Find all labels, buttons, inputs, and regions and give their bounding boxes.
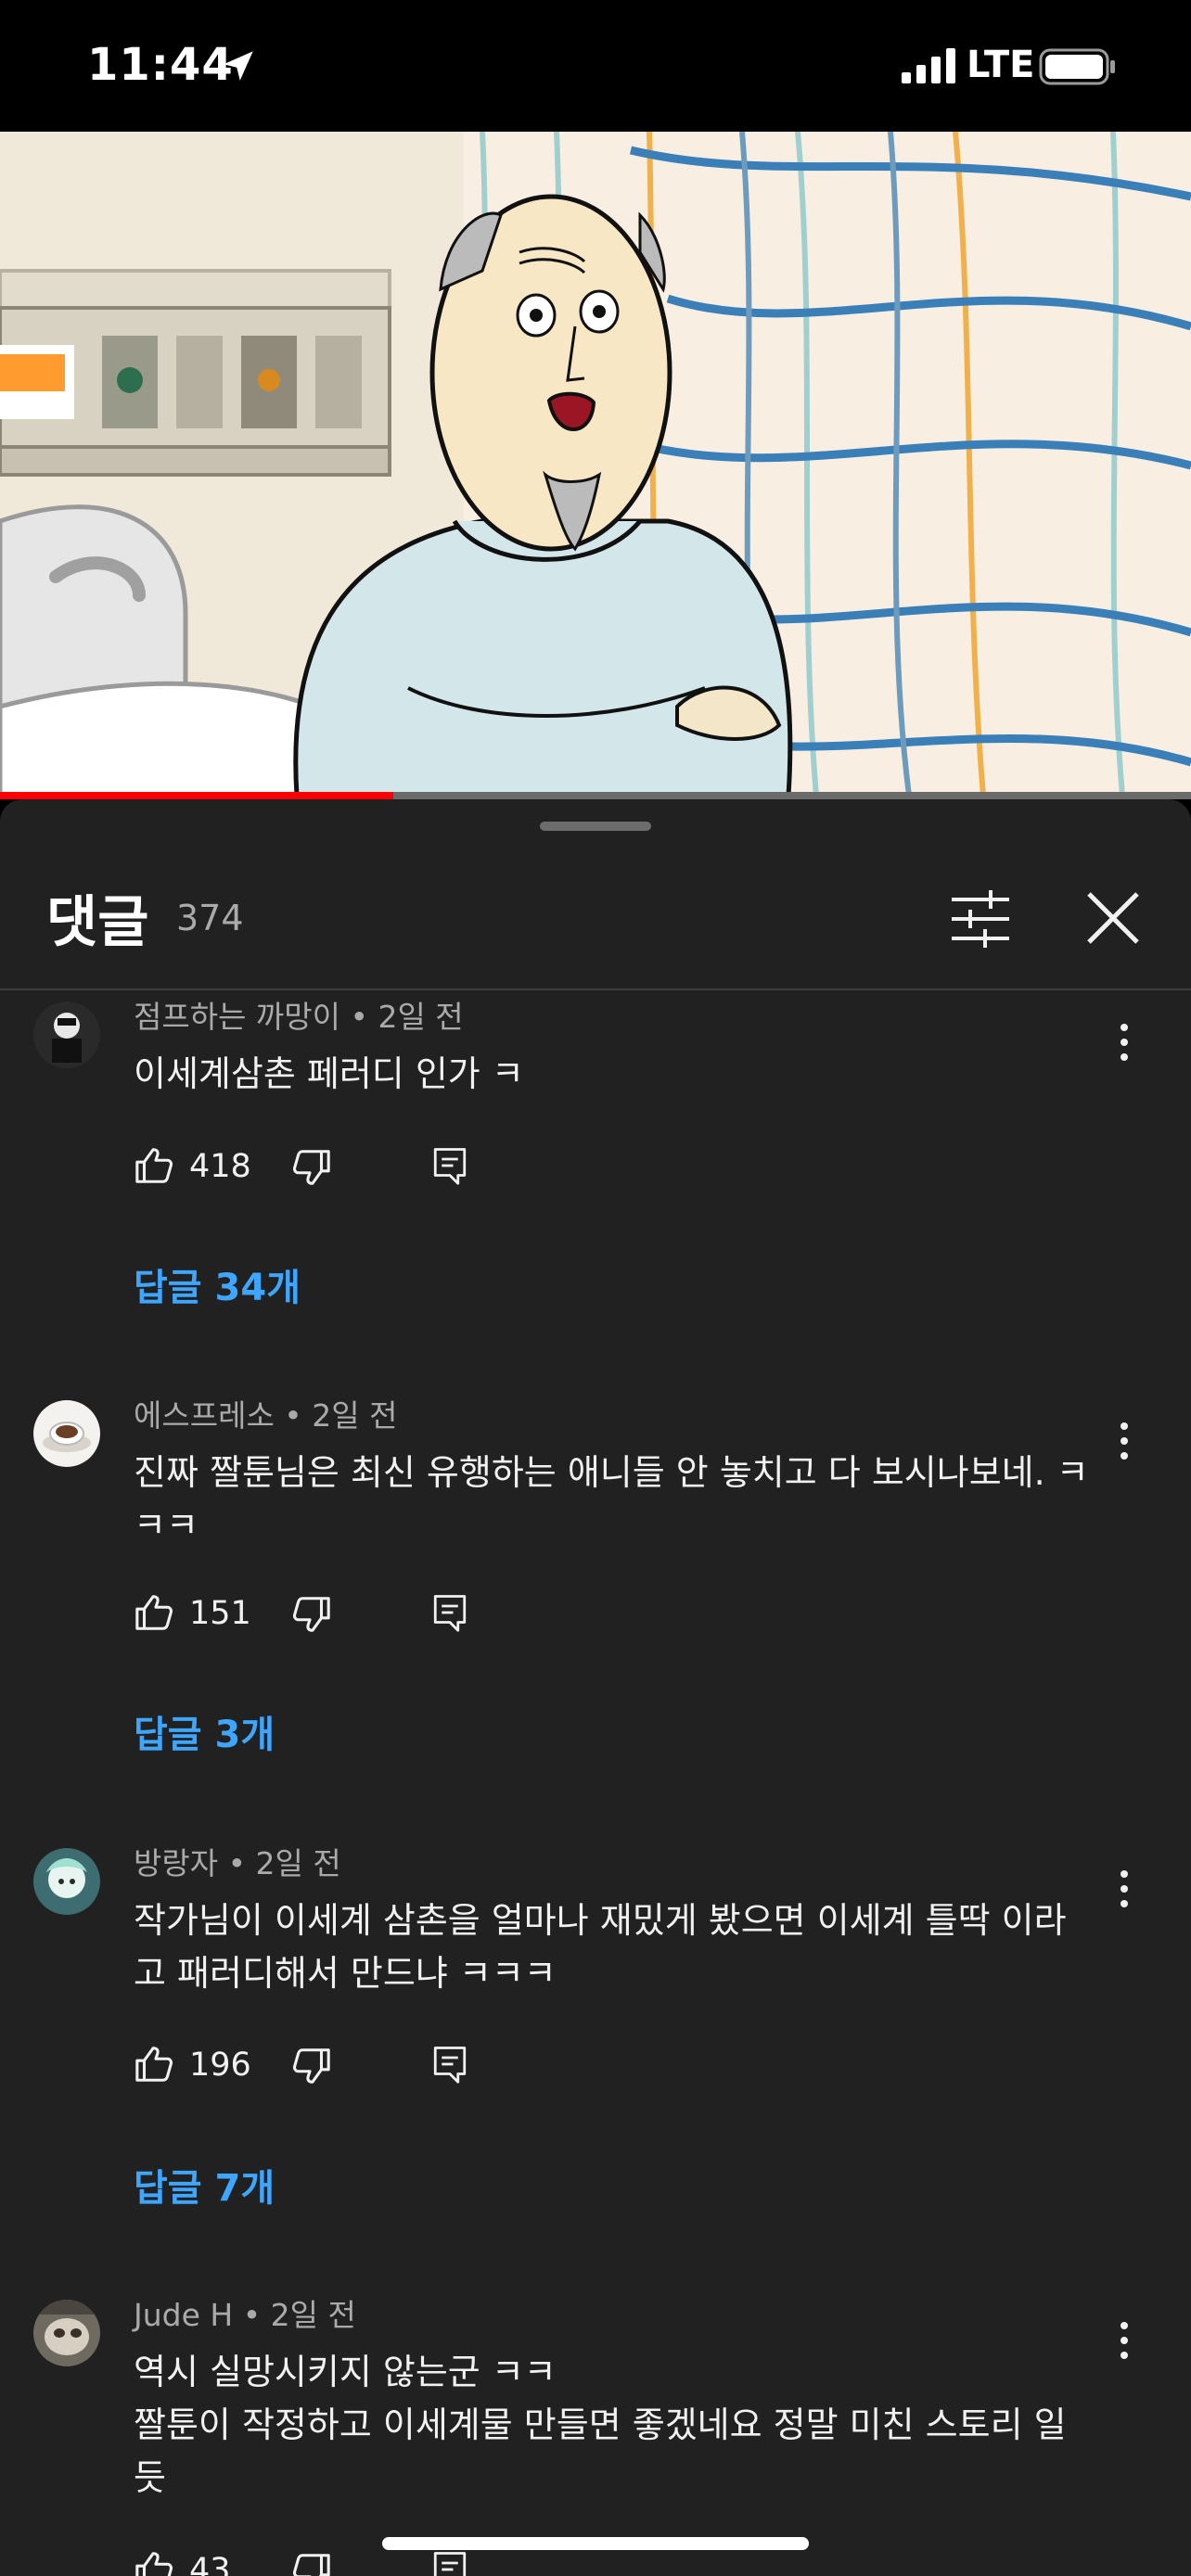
comment-text: 작가님이 이세계 삼촌을 얼마나 재밌게 봤으면 이세계 틀딱 이라고 패러디해…	[134, 1900, 1067, 1994]
view-replies-link[interactable]: 답글 34개	[134, 1257, 301, 1311]
thumbs-up-icon[interactable]	[134, 1144, 176, 1187]
more-vertical-icon[interactable]	[1109, 1020, 1139, 1065]
avatar[interactable]	[33, 1400, 100, 1467]
thumbs-up-icon[interactable]	[134, 1591, 176, 1634]
comments-title: 댓글	[46, 890, 149, 955]
close-icon[interactable]	[1080, 885, 1146, 951]
view-replies-link[interactable]: 답글 3개	[134, 1704, 275, 1758]
reply-icon[interactable]	[430, 2043, 469, 2085]
battery-icon	[1039, 48, 1115, 85]
avatar[interactable]	[33, 1848, 100, 1915]
video-frame-illustration	[0, 132, 1191, 796]
sliders-icon[interactable]	[948, 886, 1013, 951]
like-count: 43	[189, 2552, 231, 2576]
comment-author-line[interactable]: Jude H • 2일 전	[134, 2290, 356, 2335]
comment-text: 역시 실망시키지 않는군 ㅋㅋ 짤툰이 작정하고 이세계물 만들면 좋겠네요 정…	[134, 2352, 1067, 2498]
drag-handle[interactable]	[540, 822, 651, 831]
comments-count: 374	[176, 898, 244, 938]
more-vertical-icon[interactable]	[1109, 1867, 1139, 1911]
video-progress-bar[interactable]	[0, 792, 1191, 799]
thumbs-up-icon[interactable]	[134, 2043, 176, 2085]
more-vertical-icon[interactable]	[1109, 1419, 1139, 1463]
thumbs-down-icon[interactable]	[289, 1146, 332, 1189]
like-count: 196	[189, 2047, 251, 2084]
reply-icon[interactable]	[430, 1591, 469, 1634]
status-time: 11:44	[87, 39, 234, 91]
thumbs-down-icon[interactable]	[289, 1593, 332, 1636]
comment-text: 진짜 짤툰님은 최신 유행하는 애니들 안 놓치고 다 보시나보네. ㅋㅋㅋ	[134, 1452, 1089, 1546]
thumbs-up-icon[interactable]	[134, 2548, 176, 2576]
network-type: LTE	[967, 44, 1035, 86]
video-progress-fill	[0, 792, 393, 799]
like-count: 418	[189, 1148, 251, 1185]
view-replies-link[interactable]: 답글 7개	[134, 2158, 275, 2212]
avatar[interactable]	[33, 2300, 100, 2366]
thumbs-down-icon[interactable]	[289, 2045, 332, 2087]
comment-author-line[interactable]: 방랑자 • 2일 전	[134, 1839, 341, 1883]
thumbs-down-icon[interactable]	[289, 2550, 332, 2576]
header-divider	[0, 988, 1191, 990]
cellular-signal-icon	[902, 48, 955, 83]
reply-icon[interactable]	[430, 2548, 469, 2576]
comment-author-line[interactable]: 점프하는 까망이 • 2일 전	[134, 992, 464, 1037]
location-arrow-icon	[224, 51, 253, 81]
comment-author-line[interactable]: 에스프레소 • 2일 전	[134, 1391, 397, 1435]
reply-icon[interactable]	[430, 1144, 469, 1187]
like-count: 151	[189, 1595, 251, 1632]
video-player[interactable]	[0, 132, 1191, 796]
avatar[interactable]	[33, 1001, 100, 1068]
more-vertical-icon[interactable]	[1109, 2318, 1139, 2363]
status-bar: 11:44 LTE	[0, 0, 1191, 132]
home-indicator[interactable]	[382, 2537, 809, 2550]
comment-text: 이세계삼촌 페러디 인가 ㅋ	[134, 1053, 524, 1094]
